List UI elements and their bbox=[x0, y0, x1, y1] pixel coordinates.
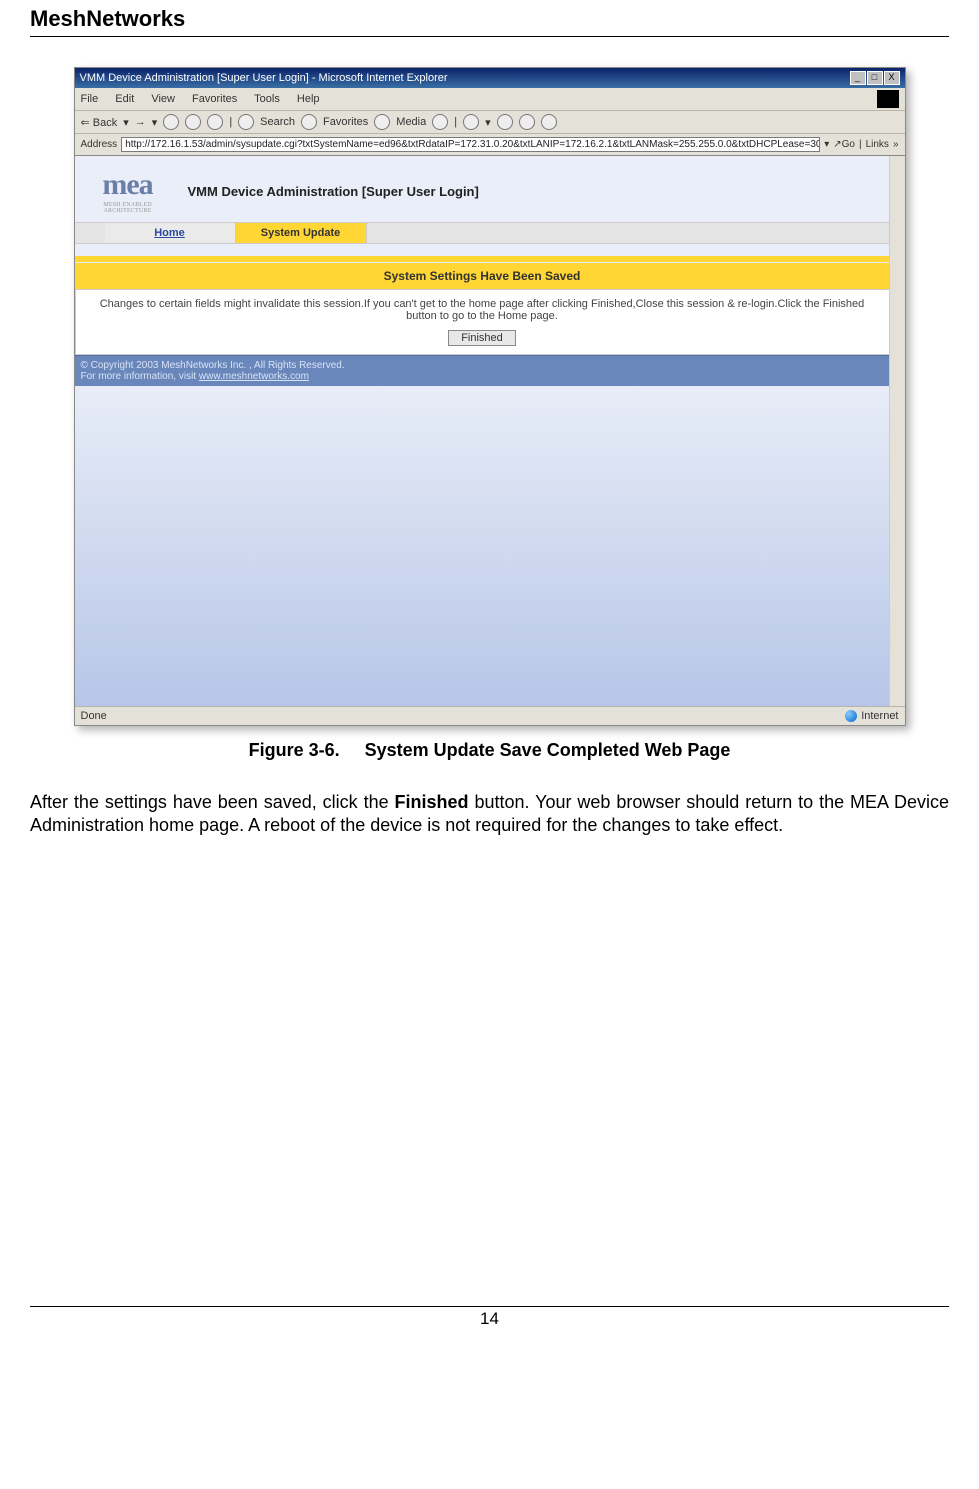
copyright-bar: © Copyright 2003 MeshNetworks Inc. , All… bbox=[75, 355, 890, 386]
ie-title-text: VMM Device Administration [Super User Lo… bbox=[80, 72, 448, 84]
doc-header: MeshNetworks bbox=[30, 0, 949, 36]
content-area: mea MESH ENABLED ARCHITECTURE VMM Device… bbox=[75, 156, 905, 706]
copyright-link[interactable]: www.meshnetworks.com bbox=[199, 371, 309, 382]
menu-tools[interactable]: Tools bbox=[254, 93, 280, 105]
minimize-button[interactable]: _ bbox=[850, 71, 866, 85]
ie-addressbar: Address http://172.16.1.53/admin/sysupda… bbox=[75, 134, 905, 156]
menu-view[interactable]: View bbox=[151, 93, 175, 105]
refresh-icon[interactable] bbox=[185, 114, 201, 130]
figure-label: Figure 3-6. bbox=[249, 740, 340, 760]
history-icon[interactable] bbox=[432, 114, 448, 130]
ie-menubar: File Edit View Favorites Tools Help bbox=[75, 88, 905, 111]
figure-caption: Figure 3-6. System Update Save Completed… bbox=[30, 740, 949, 761]
message-text: Changes to certain fields might invalida… bbox=[86, 298, 879, 322]
body-text-bold: Finished bbox=[395, 792, 469, 812]
copyright-text: © Copyright 2003 MeshNetworks Inc. , All… bbox=[81, 360, 884, 371]
favorites-button[interactable]: Favorites bbox=[323, 116, 368, 128]
tab-system-update[interactable]: System Update bbox=[236, 223, 367, 243]
status-internet: Internet bbox=[861, 710, 898, 722]
saved-banner: System Settings Have Been Saved bbox=[75, 263, 890, 289]
mea-logo: mea MESH ENABLED ARCHITECTURE bbox=[83, 166, 173, 216]
discuss-icon[interactable] bbox=[541, 114, 557, 130]
links-button[interactable]: Links bbox=[866, 139, 889, 150]
tab-home[interactable]: Home bbox=[105, 223, 236, 243]
ie-logo-icon bbox=[877, 90, 899, 108]
logo-sub2: ARCHITECTURE bbox=[103, 208, 151, 214]
maximize-button[interactable]: □ bbox=[867, 71, 883, 85]
address-input[interactable]: http://172.16.1.53/admin/sysupdate.cgi?t… bbox=[121, 137, 820, 152]
menu-edit[interactable]: Edit bbox=[115, 93, 134, 105]
figure-text: System Update Save Completed Web Page bbox=[365, 740, 731, 760]
status-done: Done bbox=[81, 710, 107, 722]
yellow-divider bbox=[75, 256, 890, 262]
globe-icon bbox=[845, 710, 857, 722]
mea-header: mea MESH ENABLED ARCHITECTURE VMM Device… bbox=[75, 156, 890, 222]
ie-titlebar: VMM Device Administration [Super User Lo… bbox=[75, 68, 905, 88]
search-button[interactable]: Search bbox=[260, 116, 295, 128]
browser-screenshot: VMM Device Administration [Super User Lo… bbox=[74, 67, 906, 726]
media-button[interactable]: Media bbox=[396, 116, 426, 128]
media-icon[interactable] bbox=[374, 114, 390, 130]
copyright-text2: For more information, visit bbox=[81, 371, 199, 382]
go-button[interactable]: ↗Go bbox=[833, 139, 855, 150]
search-icon[interactable] bbox=[238, 114, 254, 130]
back-button[interactable]: ⇐ Back bbox=[81, 116, 118, 129]
header-rule bbox=[30, 36, 949, 37]
message-box: Changes to certain fields might invalida… bbox=[75, 289, 890, 355]
ie-toolbar: ⇐ Back ▾→▾ | Search Favorites Media | ▾ bbox=[75, 111, 905, 134]
logo-text: mea bbox=[102, 168, 152, 202]
menu-help[interactable]: Help bbox=[297, 93, 320, 105]
page-number: 14 bbox=[30, 1307, 949, 1337]
close-button[interactable]: X bbox=[884, 71, 900, 85]
print-icon[interactable] bbox=[497, 114, 513, 130]
scrollbar[interactable] bbox=[889, 156, 905, 706]
body-text-a: After the settings have been saved, clic… bbox=[30, 792, 395, 812]
menu-favorites[interactable]: Favorites bbox=[192, 93, 237, 105]
favorites-icon[interactable] bbox=[301, 114, 317, 130]
ie-statusbar: Done Internet bbox=[75, 706, 905, 725]
page-title: VMM Device Administration [Super User Lo… bbox=[188, 184, 479, 199]
mail-icon[interactable] bbox=[463, 114, 479, 130]
finished-button[interactable]: Finished bbox=[448, 330, 516, 346]
stop-icon[interactable] bbox=[163, 114, 179, 130]
body-paragraph: After the settings have been saved, clic… bbox=[30, 791, 949, 836]
edit-icon[interactable] bbox=[519, 114, 535, 130]
address-label: Address bbox=[81, 139, 118, 150]
nav-tabs: Home System Update bbox=[75, 222, 890, 244]
home-icon[interactable] bbox=[207, 114, 223, 130]
menu-file[interactable]: File bbox=[81, 93, 99, 105]
